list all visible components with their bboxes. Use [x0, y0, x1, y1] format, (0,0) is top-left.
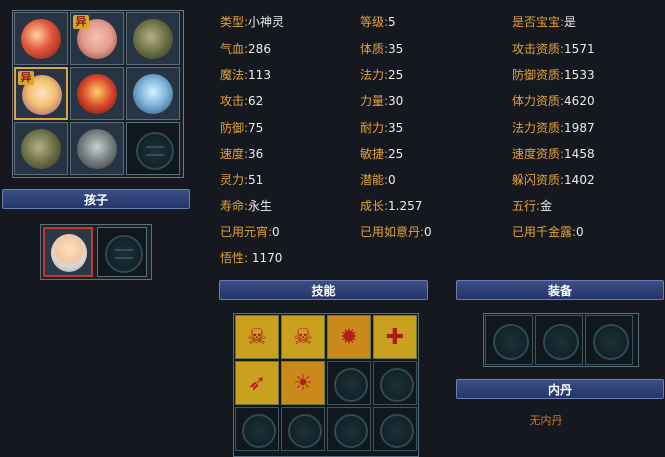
pet-slot-2[interactable]: 异 — [70, 12, 124, 65]
variant-badge: 异 — [18, 71, 34, 85]
equipment-slot-3[interactable] — [585, 315, 633, 365]
child-header: 孩子 — [2, 189, 190, 209]
skill-empty[interactable] — [327, 407, 371, 451]
stat-type: 类型:小神灵 — [220, 15, 285, 29]
wolf-icon — [77, 129, 117, 169]
stat-endurance: 耐力:35 — [360, 121, 404, 135]
skill-empty[interactable] — [281, 407, 325, 451]
skill-sun-burst[interactable]: ✹ — [327, 315, 371, 359]
stat-defense: 防御:75 — [220, 121, 264, 135]
stat-magic: 法力:25 — [360, 68, 404, 82]
stat-speed: 速度:36 — [220, 147, 264, 161]
stat-atk-apt: 攻击资质:1571 — [512, 42, 595, 56]
stat-element: 五行:金 — [512, 199, 553, 213]
stat-agility: 敏捷:25 — [360, 147, 404, 161]
skill-skull-blade[interactable]: ☠ — [281, 315, 325, 359]
pet-slot-3[interactable] — [126, 12, 180, 65]
stat-yuanxiao: 已用元宵:0 — [220, 225, 280, 239]
pet-slot-4[interactable]: 异 — [14, 67, 68, 120]
stat-hp: 气血:286 — [220, 42, 271, 56]
skill-empty[interactable] — [235, 407, 279, 451]
rhino-icon — [21, 129, 61, 169]
skill-empty[interactable] — [373, 361, 417, 405]
skill-flame-wing[interactable]: ➶ — [235, 361, 279, 405]
stat-physique: 体质:35 — [360, 42, 404, 56]
skill-skeleton[interactable]: ☠ — [235, 315, 279, 359]
stat-strength: 力量:30 — [360, 94, 404, 108]
variant-badge: 异 — [73, 15, 89, 29]
empty-slot-icon — [136, 131, 174, 170]
sun-burst-icon: ✹ — [339, 324, 359, 350]
equipment-slot-1[interactable] — [485, 315, 533, 365]
empty-slot-icon — [593, 324, 629, 360]
stat-ruyi: 已用如意丹:0 — [360, 225, 432, 239]
skeleton-icon: ☠ — [247, 324, 267, 350]
stat-spd-apt: 速度资质:1458 — [512, 147, 595, 161]
equipment-grid — [483, 313, 639, 367]
empty-slot-icon — [493, 324, 529, 360]
skills-header: 技能 — [219, 280, 428, 300]
child-slot-1[interactable] — [43, 227, 93, 277]
stat-qianjin: 已用千金露:0 — [512, 225, 584, 239]
pet-slot-6[interactable] — [126, 67, 180, 120]
stat-dodge-apt: 躲闪资质:1402 — [512, 173, 595, 187]
pet-grid: 异 异 — [12, 10, 184, 178]
skill-rising-sun[interactable]: ☀ — [281, 361, 325, 405]
blue-rat-icon — [133, 74, 173, 114]
empty-slot-icon — [105, 235, 143, 273]
child-slots — [40, 224, 152, 280]
equipment-slot-2[interactable] — [535, 315, 583, 365]
stat-wisdom: 悟性: 1170 — [220, 251, 283, 265]
stat-mag-apt: 法力资质:1987 — [512, 121, 595, 135]
red-dragon-icon — [21, 19, 61, 59]
pet-slot-5[interactable] — [70, 67, 124, 120]
child-slot-2[interactable] — [97, 227, 147, 277]
old-monk-face-icon — [51, 234, 87, 272]
plus-stack-icon: ✚ — [385, 324, 405, 350]
rhino-icon — [133, 19, 173, 59]
empty-slot-icon — [242, 414, 276, 448]
red-beast-icon — [77, 74, 117, 114]
pet-slot-9[interactable] — [126, 122, 180, 175]
rising-sun-icon: ☀ — [293, 370, 313, 396]
stat-baby: 是否宝宝:是 — [512, 15, 577, 29]
neidan-empty-text: 无内丹 — [529, 414, 563, 427]
stat-def-apt: 防御资质:1533 — [512, 68, 595, 82]
stat-life: 寿命:永生 — [220, 199, 273, 213]
empty-slot-icon — [380, 368, 414, 402]
skull-blade-icon: ☠ — [293, 324, 313, 350]
stat-level: 等级:5 — [360, 15, 396, 29]
equipment-header: 装备 — [456, 280, 664, 300]
empty-slot-icon — [543, 324, 579, 360]
empty-slot-icon — [288, 414, 322, 448]
empty-slot-icon — [334, 368, 368, 402]
pet-slot-8[interactable] — [70, 122, 124, 175]
flame-wing-icon: ➶ — [247, 370, 267, 396]
empty-slot-icon — [380, 414, 414, 448]
stat-potential: 潜能:0 — [360, 173, 396, 187]
skill-empty[interactable] — [373, 407, 417, 451]
skill-grid: ☠ ☠ ✹ ✚ ➶ ☀ — [233, 313, 419, 457]
stat-stamina-apt: 体力资质:4620 — [512, 94, 595, 108]
stat-growth: 成长:1.257 — [360, 199, 423, 213]
pet-slot-7[interactable] — [14, 122, 68, 175]
pet-slot-1[interactable] — [14, 12, 68, 65]
stat-attack: 攻击:62 — [220, 94, 264, 108]
stat-spirit: 灵力:51 — [220, 173, 264, 187]
neidan-header: 内丹 — [456, 379, 664, 399]
empty-slot-icon — [334, 414, 368, 448]
skill-plus-stack[interactable]: ✚ — [373, 315, 417, 359]
stat-mp: 魔法:113 — [220, 68, 271, 82]
skill-empty[interactable] — [327, 361, 371, 405]
